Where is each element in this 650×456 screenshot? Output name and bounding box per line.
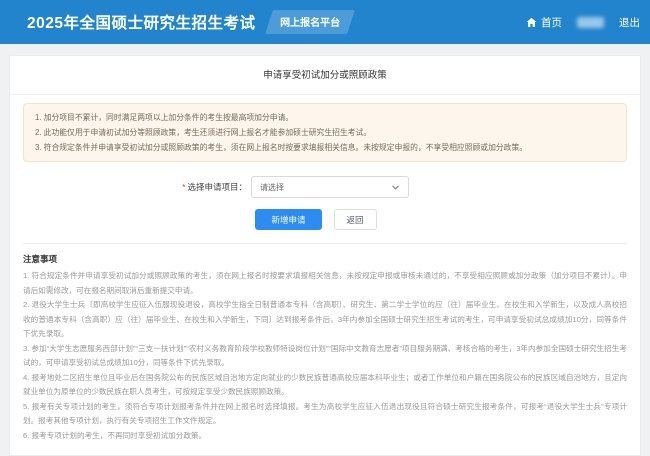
content-panel: 申请享受初试加分或照顾政策 1. 加分项目不累计，同时满足两项以上加分条件的考生… <box>9 55 641 456</box>
application-item-label-text: 选择申请项目： <box>187 182 247 192</box>
application-item-label: *选择申请项目： <box>165 181 247 193</box>
note-item: 3. 参加“大学生志愿服务西部计划”“三支一扶计划”“农村义务教育阶段学校教师特… <box>23 342 627 371</box>
header-nav: 首页 退出 <box>526 15 640 30</box>
username-redacted[interactable] <box>577 17 604 28</box>
chevron-down-icon <box>391 183 400 192</box>
select-value: 请选择 <box>260 182 284 193</box>
back-button[interactable]: 返回 <box>334 209 377 230</box>
app-title: 2025年全国硕士研究生招生考试 <box>27 11 255 33</box>
platform-badge-label: 网上报名平台 <box>281 14 341 29</box>
add-application-button[interactable]: 新增申请 <box>255 209 321 230</box>
page-title: 申请享受初试加分或照顾政策 <box>10 56 640 95</box>
required-asterisk: * <box>182 182 185 192</box>
notice-item: 1. 加分项目不累计，同时满足两项以上加分条件的考生按最高项加分申请。 <box>35 110 615 125</box>
nav-logout[interactable]: 退出 <box>619 15 640 30</box>
application-item-select[interactable]: 请选择 <box>251 176 409 198</box>
nav-home-label: 首页 <box>541 15 562 30</box>
section-divider <box>23 243 627 244</box>
home-icon <box>526 17 537 28</box>
note-item: 2. 退役大学生士兵〔即高校学生应征入伍服现役退役，高校学生指全日制普通本专科（… <box>23 298 627 342</box>
note-item: 5. 报考有关专项计划的考生，须符合专项计划报考条件并在网上报名时选择填报。考生… <box>23 400 627 429</box>
platform-badge: 网上报名平台 <box>266 10 356 34</box>
note-item: 6. 报考专项计划的考生，不再同时享受初试加分政策。 <box>23 429 627 444</box>
notes-title: 注意事项 <box>23 253 627 265</box>
note-item: 1. 符合规定条件并申请享受初试加分或照顾政策的考生，须在网上报名时按要求填报相… <box>23 269 627 298</box>
notice-item: 2. 此功能仅用于申请初试加分等照顾政策，考生还须进行网上报名才能参加硕士研究生… <box>35 125 615 140</box>
nav-logout-label: 退出 <box>619 15 640 30</box>
notice-item: 3. 符合规定条件并申请享受初试加分或照顾政策的考生，须在网上报名时按要求填报相… <box>35 140 615 155</box>
nav-home[interactable]: 首页 <box>526 15 562 30</box>
app-header: 2025年全国硕士研究生招生考试 网上报名平台 首页 退出 <box>0 0 650 44</box>
notes-section: 注意事项 1. 符合规定条件并申请享受初试加分或照顾政策的考生，须在网上报名时按… <box>23 253 627 443</box>
note-item: 4. 报考地处二区招生单位且毕业后在国务院公布的民族区域自治地方定向就业的少数民… <box>23 371 627 400</box>
notice-box: 1. 加分项目不累计，同时满足两项以上加分条件的考生按最高项加分申请。 2. 此… <box>23 103 627 162</box>
form-actions: 新增申请 返回 <box>1 209 631 230</box>
application-form-row: *选择申请项目： 请选择 <box>10 176 640 198</box>
